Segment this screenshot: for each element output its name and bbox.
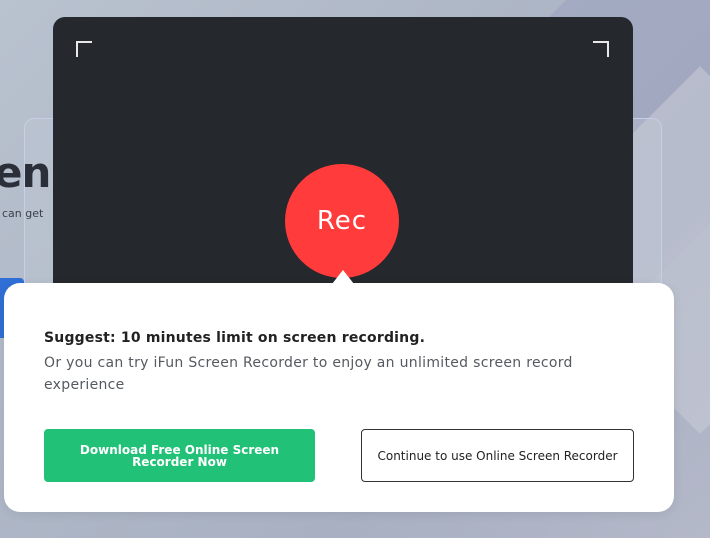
download-recorder-button[interactable]: Download Free Online Screen Recorder Now bbox=[44, 429, 315, 482]
corner-top-right-icon bbox=[593, 41, 609, 57]
dialog-title: Suggest: 10 minutes limit on screen reco… bbox=[44, 330, 426, 346]
corner-top-left-icon bbox=[76, 41, 92, 57]
background-heading: en bbox=[0, 148, 51, 197]
dialog-pointer bbox=[332, 270, 354, 284]
dialog-body: Or you can try iFun Screen Recorder to e… bbox=[44, 355, 573, 393]
page: en can get Rec Suggest: 10 minutes limit… bbox=[0, 0, 710, 538]
continue-online-button[interactable]: Continue to use Online Screen Recorder bbox=[361, 429, 634, 482]
background-subtext: can get bbox=[2, 207, 44, 220]
limit-suggestion-dialog: Suggest: 10 minutes limit on screen reco… bbox=[4, 270, 674, 512]
record-button[interactable]: Rec bbox=[285, 164, 399, 278]
